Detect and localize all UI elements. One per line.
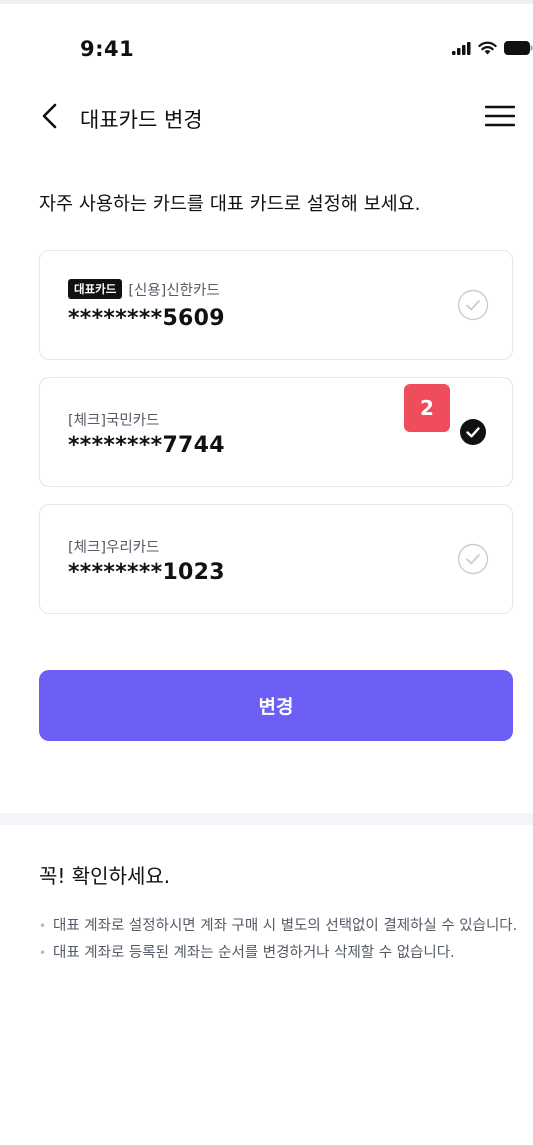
card-option-shinhan[interactable]: 대표카드 [신용]신한카드 ********5609 <box>39 250 513 360</box>
notice-title: 꼭! 확인하세요. <box>39 864 171 888</box>
app-header: 대표카드 변경 <box>0 90 533 146</box>
notice-text: 대표 계좌로 설정하시면 계좌 구매 시 별도의 선택없이 결제하실 수 있습니… <box>53 918 518 934</box>
card-name: [체크]국민카드 <box>68 412 160 429</box>
step-number-badge: 2 <box>404 384 450 432</box>
chevron-left-icon <box>40 102 58 134</box>
back-button[interactable] <box>34 100 64 136</box>
card-option-woori[interactable]: [체크]우리카드 ********1023 <box>39 504 513 614</box>
card-number: ********1023 <box>68 560 225 585</box>
bullet-icon: • <box>39 946 47 960</box>
card-number: ********7744 <box>68 433 225 458</box>
notice-item: • 대표 계좌로 등록된 계좌는 순서를 변경하거나 삭제할 수 없습니다. <box>39 942 519 965</box>
section-divider <box>0 813 533 825</box>
status-time: 9:41 <box>80 37 135 61</box>
check-circle-outline-icon[interactable] <box>457 543 489 575</box>
cellular-signal-icon <box>452 40 471 59</box>
status-icons <box>452 40 533 59</box>
menu-button[interactable] <box>484 104 516 132</box>
card-number: ********5609 <box>68 306 225 331</box>
headline: 자주 사용하는 카드를 대표 카드로 설정해 보세요. <box>39 194 421 215</box>
notice-text: 대표 계좌로 등록된 계좌는 순서를 변경하거나 삭제할 수 없습니다. <box>53 945 455 961</box>
page-title: 대표카드 변경 <box>80 108 203 132</box>
card-name: [신용]신한카드 <box>128 282 220 299</box>
battery-icon <box>504 40 533 59</box>
check-circle-outline-icon[interactable] <box>457 289 489 321</box>
notice-list: • 대표 계좌로 설정하시면 계좌 구매 시 별도의 선택없이 결제하실 수 있습… <box>39 915 519 969</box>
card-name-row: [체크]우리카드 <box>68 535 159 557</box>
status-bar: 9:41 <box>0 4 533 90</box>
bullet-icon: • <box>39 919 47 933</box>
card-name: [체크]우리카드 <box>68 539 160 556</box>
card-name-row: [체크]국민카드 <box>68 408 159 430</box>
wifi-icon <box>478 40 497 59</box>
change-button[interactable]: 변경 <box>39 670 513 741</box>
check-circle-filled-icon[interactable] <box>457 416 489 448</box>
notice-item: • 대표 계좌로 설정하시면 계좌 구매 시 별도의 선택없이 결제하실 수 있습… <box>39 915 519 938</box>
card-name-row: 대표카드 [신용]신한카드 <box>68 278 220 300</box>
main-card-badge: 대표카드 <box>68 279 123 299</box>
hamburger-menu-icon <box>484 105 516 131</box>
